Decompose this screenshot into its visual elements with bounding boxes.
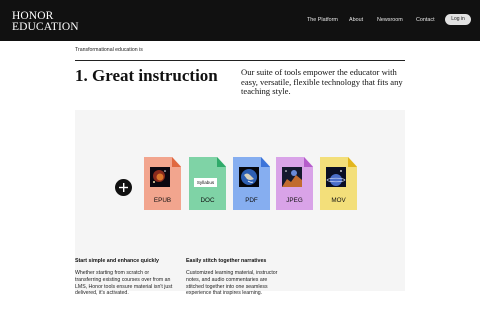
file-tile-mov: MOV [320,157,357,210]
nav-link-the-platform[interactable]: The Platform [307,17,338,23]
feature-start-simple: Start simple and enhance quickly Whether… [75,258,175,297]
section-divider [75,60,405,61]
nav-link-contact[interactable]: Contact [416,17,435,23]
honor-education-logo[interactable]: HONOR EDUCATION [12,10,79,33]
top-navigation-bar: HONOR EDUCATION The Platform About Newsr… [0,0,480,41]
file-tile-jpeg: JPEG [276,157,313,210]
file-label-mov: MOV [331,197,346,204]
feature-stitch-narratives: Easily stitch together narratives Custom… [186,258,286,297]
file-label-jpeg: JPEG [286,197,303,204]
main-content: Transformational education is 1. Great i… [0,41,480,310]
file-tile-epub: EPUB [144,157,181,210]
file-label-doc: DOC [200,197,215,204]
planet-thumbnail-icon [326,167,346,187]
file-tile-pdf: PDF [233,157,270,210]
intro-paragraph: Our suite of tools empower the educator … [241,67,403,97]
section-eyebrow: Transformational education is [75,47,143,53]
feature-title: Easily stitch together narratives [186,258,267,264]
file-label-pdf: PDF [245,197,258,204]
nebula-thumbnail-icon [150,167,170,187]
syllabus-card-icon: Syllabus [194,178,217,187]
nav-link-newsroom[interactable]: Newsroom [377,17,403,23]
feature-body: Customized learning material, instructor… [186,270,278,297]
nav-link-about[interactable]: About [349,17,363,23]
file-tile-doc: Syllabus DOC [189,157,226,210]
login-button[interactable]: Log in [445,14,471,25]
feature-body: Whether starting from scratch or transfe… [75,270,173,297]
logo-line-2: EDUCATION [12,21,79,33]
feature-title: Start simple and enhance quickly [75,258,159,264]
plus-icon [115,179,132,196]
file-label-epub: EPUB [153,197,172,204]
earth-thumbnail-icon [239,167,259,187]
page-headline: 1. Great instruction [75,66,218,85]
galaxy-thumbnail-icon [282,167,302,187]
